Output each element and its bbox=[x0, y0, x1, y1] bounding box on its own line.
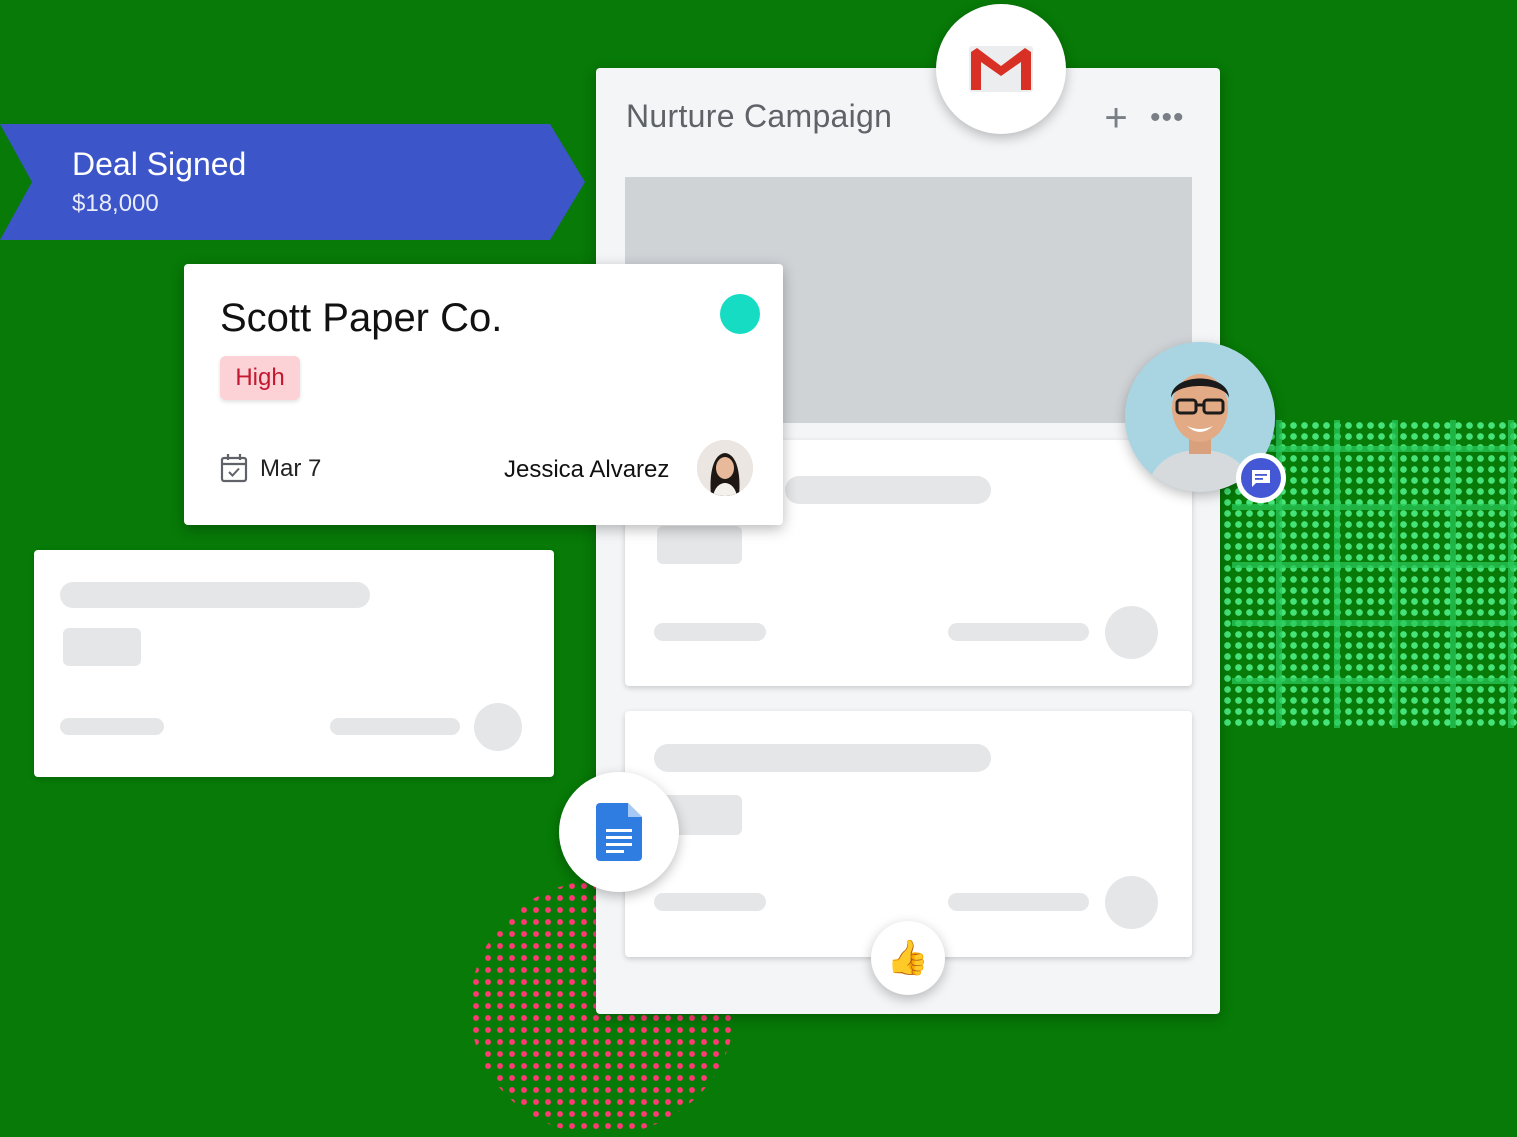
owner-avatar[interactable] bbox=[697, 440, 753, 496]
campaign-title: Nurture Campaign bbox=[626, 98, 893, 134]
chat-badge[interactable] bbox=[1236, 453, 1286, 503]
deal-card-company: Scott Paper Co. bbox=[220, 296, 503, 340]
skeleton-owner bbox=[330, 718, 460, 735]
deal-card-date: Mar 7 bbox=[260, 455, 322, 482]
google-docs-icon[interactable] bbox=[559, 772, 679, 892]
skeleton-avatar bbox=[474, 703, 522, 751]
deal-amount: $18,000 bbox=[72, 190, 159, 217]
skeleton-title bbox=[60, 582, 370, 608]
skeleton-avatar bbox=[1105, 876, 1158, 929]
add-card-button[interactable]: + bbox=[1098, 96, 1134, 140]
skeleton-date bbox=[654, 623, 766, 641]
skeleton-badge bbox=[63, 628, 141, 666]
skeleton-avatar bbox=[1105, 606, 1158, 659]
deal-card-owner: Jessica Alvarez bbox=[504, 456, 670, 483]
more-options-button[interactable]: ••• bbox=[1150, 96, 1185, 140]
priority-badge: High bbox=[220, 356, 300, 400]
chat-icon bbox=[1241, 458, 1281, 498]
calendar-check-icon bbox=[220, 453, 248, 483]
thumbs-up-icon[interactable]: 👍 bbox=[871, 921, 945, 995]
deal-title: Deal Signed bbox=[72, 146, 247, 182]
skeleton-date bbox=[654, 893, 766, 911]
skeleton-date bbox=[60, 718, 164, 735]
skeleton-owner bbox=[948, 893, 1089, 911]
skeleton-title bbox=[654, 744, 991, 772]
status-indicator bbox=[720, 294, 760, 334]
gmail-icon[interactable] bbox=[936, 4, 1066, 134]
skeleton-title bbox=[785, 476, 991, 504]
skeleton-owner bbox=[948, 623, 1089, 641]
skeleton-badge bbox=[657, 526, 742, 564]
